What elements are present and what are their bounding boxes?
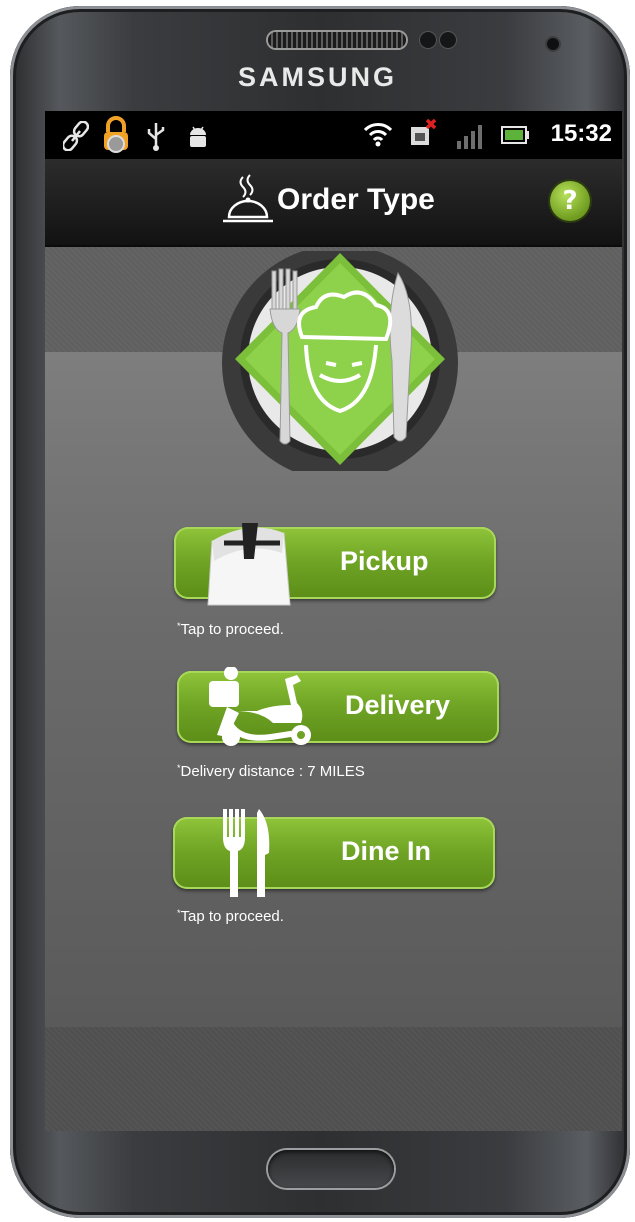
page-title: Order Type [277,183,435,216]
device-brand: SAMSUNG [237,62,397,92]
help-button[interactable]: ? [550,181,590,221]
wifi-icon [363,123,393,147]
proximity-sensor [420,32,436,48]
dine-in-button[interactable]: Dine In [173,809,495,897]
android-icon [190,126,206,147]
pickup-button[interactable]: Pickup [174,523,496,606]
delivery-hint: *Delivery distance : 7 MILES [177,763,365,780]
battery-icon [501,126,529,144]
pickup-hint: *Tap to proceed. [177,621,284,638]
earpiece-speaker [268,32,406,48]
front-camera [547,38,559,50]
home-button[interactable] [268,1150,394,1188]
light-sensor [440,32,456,48]
link-icon [63,121,89,151]
status-time: 15:32 [550,120,612,147]
dine-in-label: Dine In [341,836,432,866]
bag-icon [207,523,291,606]
background-bottom [45,1027,622,1131]
scooter-icon [209,667,311,746]
delivery-button[interactable]: Delivery [177,667,499,746]
dine-in-hint: *Tap to proceed. [177,908,284,925]
fork-knife-icon [223,809,270,897]
lock-icon [104,116,128,153]
screen: 15:32 Order Type ? Pickup *Tap to procee… [45,111,622,1131]
help-icon: ? [562,186,578,216]
pickup-label: Pickup [340,546,429,576]
chef-plate-logo [222,251,458,471]
cloche-icon [223,174,273,223]
title-bar: Order Type ? [45,159,622,247]
signal-icon [457,125,482,149]
delivery-label: Delivery [345,690,451,720]
no-sim-icon [411,118,437,145]
status-bar: 15:32 [45,111,622,159]
usb-icon [147,123,165,151]
